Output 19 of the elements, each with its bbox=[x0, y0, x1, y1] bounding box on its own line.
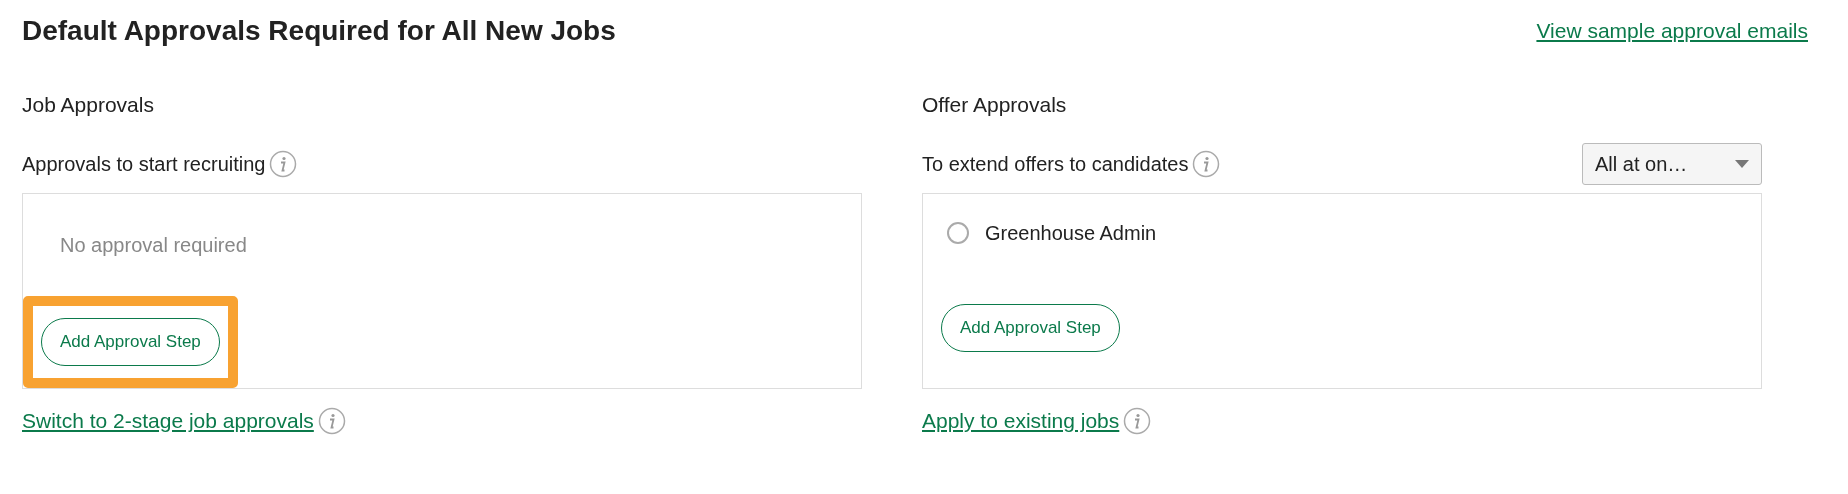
section-subtitle: To extend offers to candidates bbox=[922, 151, 1189, 177]
two-stage-link[interactable]: Switch to 2-stage job approvals bbox=[22, 404, 314, 437]
sample-emails-link[interactable]: View sample approval emails bbox=[1536, 15, 1808, 47]
info-icon[interactable] bbox=[1192, 149, 1221, 178]
section-subtitle: Approvals to start recruiting bbox=[22, 151, 266, 177]
add-step-button[interactable]: Add Approval Step bbox=[941, 304, 1120, 352]
approver-name: Greenhouse Admin bbox=[985, 220, 1157, 246]
caret-icon bbox=[1735, 159, 1749, 168]
empty-message: No approval required bbox=[60, 232, 248, 258]
info-icon[interactable] bbox=[1123, 406, 1152, 435]
section-heading: Offer Approvals bbox=[922, 91, 1068, 117]
page-title: Default Approvals Required for All New Jobs bbox=[22, 14, 616, 48]
section-heading: Job Approvals bbox=[22, 91, 155, 117]
add-step-button[interactable]: Add Approval Step bbox=[41, 318, 220, 366]
info-icon[interactable] bbox=[269, 149, 298, 178]
apply-existing-link[interactable]: Apply to existing jobs bbox=[922, 404, 1120, 437]
order-dropdown[interactable]: All at on… bbox=[1582, 142, 1762, 185]
radio-button[interactable] bbox=[947, 221, 969, 244]
info-icon[interactable] bbox=[317, 406, 346, 435]
